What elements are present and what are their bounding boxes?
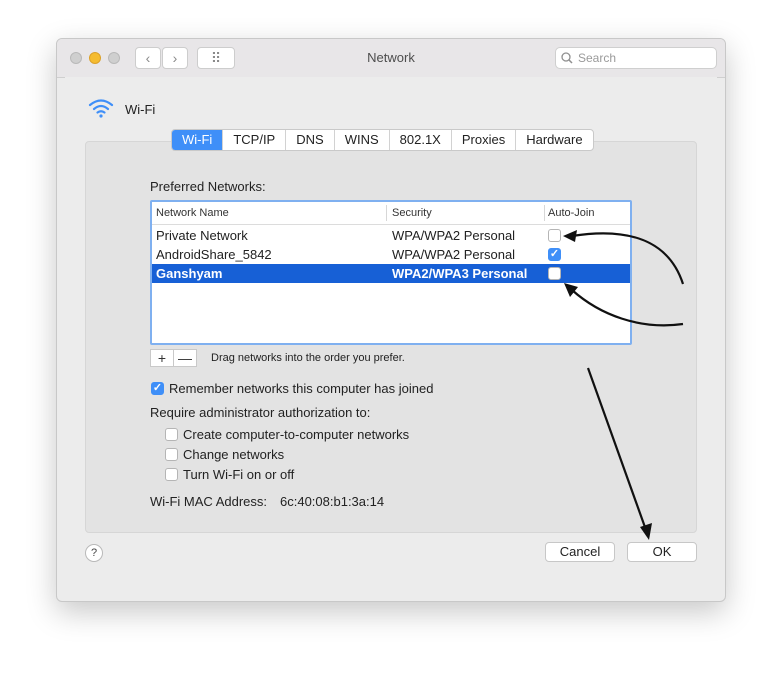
change-networks-checkbox[interactable]	[165, 448, 178, 461]
search-field[interactable]: Search	[555, 47, 717, 69]
mac-address-value: 6c:40:08:b1:3a:14	[280, 494, 385, 509]
auto-join-checkbox[interactable]: ✓	[548, 248, 561, 261]
network-name: Private Network	[156, 228, 248, 243]
network-security: WPA/WPA2 Personal	[392, 247, 516, 262]
ok-button[interactable]: OK	[627, 542, 697, 562]
column-divider	[386, 205, 387, 221]
auto-join-checkbox[interactable]	[548, 267, 561, 280]
add-network-button[interactable]: +	[150, 349, 174, 367]
remove-network-button[interactable]: —	[173, 349, 197, 367]
tab-dns[interactable]: DNS	[286, 130, 335, 150]
tab-bar: Wi-Fi TCP/IP DNS WINS 802.1X Proxies Har…	[171, 129, 594, 151]
tab-proxies[interactable]: Proxies	[452, 130, 517, 150]
table-row[interactable]: AndroidShare_5842 WPA/WPA2 Personal ✓	[152, 245, 630, 264]
preferred-networks-label: Preferred Networks:	[150, 179, 266, 194]
table-row[interactable]: Private Network WPA/WPA2 Personal	[152, 226, 630, 245]
tab-wifi[interactable]: Wi-Fi	[172, 130, 224, 150]
auto-join-checkbox[interactable]	[548, 229, 561, 242]
network-name: Ganshyam	[156, 266, 223, 281]
mac-address-label: Wi-Fi MAC Address:	[150, 494, 268, 509]
remember-networks-label[interactable]: Remember networks this computer has join…	[169, 381, 433, 396]
require-admin-label: Require administrator authorization to:	[150, 405, 371, 420]
table-row-selected[interactable]: Ganshyam WPA2/WPA3 Personal	[152, 264, 630, 283]
create-networks-label[interactable]: Create computer-to-computer networks	[183, 427, 409, 442]
tab-wins[interactable]: WINS	[335, 130, 390, 150]
tab-tcpip[interactable]: TCP/IP	[223, 130, 287, 150]
preferred-networks-table[interactable]: Network Name Security Auto-Join Private …	[150, 200, 632, 345]
toggle-wifi-label[interactable]: Turn Wi-Fi on or off	[183, 467, 294, 482]
toggle-wifi-checkbox[interactable]	[165, 468, 178, 481]
help-button[interactable]: ?	[85, 544, 103, 562]
service-title: Wi-Fi	[125, 102, 156, 117]
column-auto-join[interactable]: Auto-Join	[548, 207, 594, 219]
wifi-icon	[88, 99, 114, 118]
cancel-button[interactable]: Cancel	[545, 542, 615, 562]
column-network-name[interactable]: Network Name	[156, 207, 229, 219]
column-security[interactable]: Security	[392, 207, 432, 219]
change-networks-label[interactable]: Change networks	[183, 447, 284, 462]
create-networks-checkbox[interactable]	[165, 428, 178, 441]
title-bar: ‹ › ⠿ Network Search	[57, 39, 725, 78]
remember-networks-checkbox[interactable]: ✓	[151, 382, 164, 395]
network-name: AndroidShare_5842	[156, 247, 272, 262]
tab-hardware[interactable]: Hardware	[516, 130, 592, 150]
drag-hint: Drag networks into the order you prefer.	[211, 352, 405, 364]
network-window: ‹ › ⠿ Network Search Wi-Fi Wi-Fi TCP/IP …	[56, 38, 726, 602]
search-icon	[561, 52, 573, 64]
column-divider	[544, 205, 545, 221]
network-security: WPA2/WPA3 Personal	[392, 266, 528, 281]
search-placeholder: Search	[578, 51, 617, 65]
network-security: WPA/WPA2 Personal	[392, 228, 516, 243]
table-header: Network Name Security Auto-Join	[152, 202, 630, 225]
tab-8021x[interactable]: 802.1X	[390, 130, 452, 150]
